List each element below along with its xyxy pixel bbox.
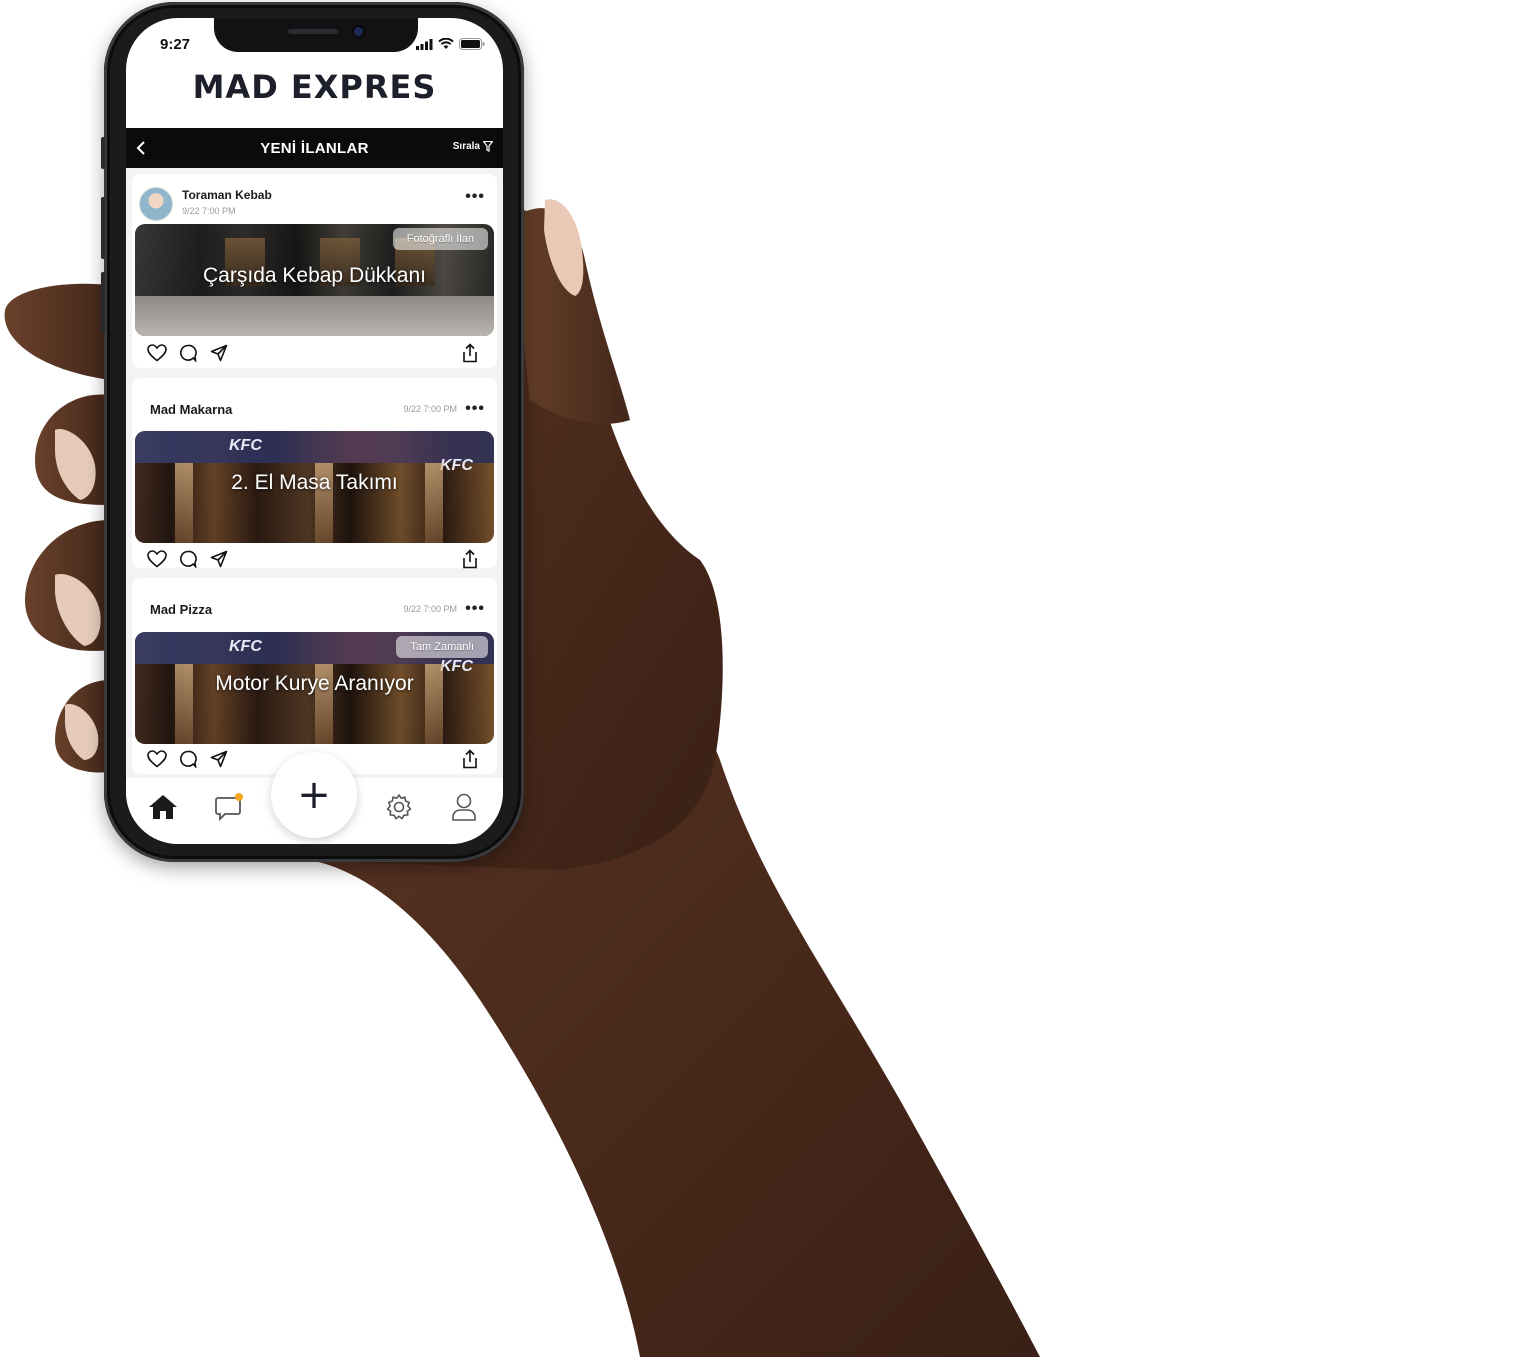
post-title: Çarşıda Kebap Dükkanı bbox=[203, 264, 426, 287]
avatar[interactable] bbox=[140, 188, 172, 220]
post-card[interactable]: Toraman Kebab 9/22 7:00 PM ••• Fotoğrafl… bbox=[132, 174, 497, 368]
post-header: Mad Pizza 9/22 7:00 PM ••• bbox=[132, 578, 497, 630]
tab-home[interactable] bbox=[146, 790, 180, 824]
send-icon bbox=[210, 550, 228, 568]
tab-profile[interactable] bbox=[447, 790, 481, 824]
comment-icon bbox=[179, 550, 197, 568]
signal-icon bbox=[416, 38, 433, 50]
post-image[interactable]: KFC KFC Tam Zamanlı Motor Kurye Aranıyor bbox=[135, 632, 494, 744]
image-detail: KFC bbox=[229, 638, 262, 655]
post-author[interactable]: Mad Pizza bbox=[150, 602, 212, 617]
post-actions bbox=[132, 544, 497, 574]
post-card[interactable]: Mad Makarna 9/22 7:00 PM ••• KFC KFC 2. … bbox=[132, 378, 497, 569]
status-icons bbox=[416, 38, 485, 50]
phone-frame: 9:27 MAD EXPRES YENİ İLANLAR Sırala Tora… bbox=[101, 2, 524, 862]
app-logo: MAD EXPRES bbox=[192, 68, 437, 106]
post-image[interactable]: KFC KFC 2. El Masa Takımı bbox=[135, 431, 494, 543]
share-button[interactable] bbox=[459, 748, 481, 770]
post-author[interactable]: Mad Makarna bbox=[150, 402, 232, 417]
earpiece bbox=[288, 29, 338, 34]
post-tag: Fotoğraflı İlan bbox=[392, 228, 488, 250]
heart-icon bbox=[147, 344, 167, 362]
post-image[interactable]: Fotoğraflı İlan Çarşıda Kebap Dükkanı bbox=[135, 224, 494, 336]
profile-icon bbox=[452, 793, 476, 821]
tab-settings[interactable] bbox=[382, 790, 416, 824]
post-author[interactable]: Toraman Kebab bbox=[182, 188, 272, 202]
heart-icon bbox=[147, 550, 167, 568]
notch bbox=[214, 18, 418, 52]
comment-icon bbox=[179, 750, 197, 768]
share-button[interactable] bbox=[459, 342, 481, 364]
post-timestamp: 9/22 7:00 PM bbox=[403, 404, 457, 414]
post-timestamp: 9/22 7:00 PM bbox=[403, 604, 457, 614]
send-button[interactable] bbox=[208, 748, 230, 770]
more-options-button[interactable]: ••• bbox=[465, 188, 485, 206]
image-detail: KFC bbox=[229, 437, 262, 454]
comment-button[interactable] bbox=[177, 548, 199, 570]
post-header: Toraman Kebab 9/22 7:00 PM ••• bbox=[132, 174, 497, 226]
home-icon bbox=[149, 795, 177, 819]
post-timestamp: 9/22 7:00 PM bbox=[182, 206, 236, 216]
like-button[interactable] bbox=[146, 548, 168, 570]
unread-badge bbox=[235, 793, 243, 801]
filter-icon bbox=[483, 141, 493, 152]
send-button[interactable] bbox=[208, 342, 230, 364]
post-title: 2. El Masa Takımı bbox=[231, 471, 398, 494]
post-header: Mad Makarna 9/22 7:00 PM ••• bbox=[132, 378, 497, 430]
page-title: YENİ İLANLAR bbox=[260, 139, 369, 157]
like-button[interactable] bbox=[146, 342, 168, 364]
status-time: 9:27 bbox=[160, 36, 191, 53]
sort-label: Sırala bbox=[452, 141, 480, 152]
post-title: Motor Kurye Aranıyor bbox=[215, 672, 414, 695]
settings-icon bbox=[386, 794, 412, 820]
header-bar: YENİ İLANLAR Sırala bbox=[126, 128, 503, 168]
phone-screen: 9:27 MAD EXPRES YENİ İLANLAR Sırala Tora… bbox=[126, 18, 503, 844]
feed[interactable]: Toraman Kebab 9/22 7:00 PM ••• Fotoğrafl… bbox=[126, 168, 503, 778]
more-options-button[interactable]: ••• bbox=[465, 400, 485, 418]
like-button[interactable] bbox=[146, 748, 168, 770]
send-button[interactable] bbox=[208, 548, 230, 570]
volume-down-button bbox=[101, 272, 105, 334]
share-icon bbox=[463, 549, 477, 569]
post-tag: Tam Zamanlı bbox=[396, 636, 488, 658]
add-post-button[interactable]: + bbox=[271, 752, 357, 838]
image-detail bbox=[135, 296, 494, 336]
volume-up-button bbox=[101, 197, 105, 259]
chat-icon bbox=[215, 793, 243, 822]
post-card[interactable]: Mad Pizza 9/22 7:00 PM ••• KFC KFC Tam Z… bbox=[132, 578, 497, 774]
tab-messages[interactable] bbox=[212, 790, 246, 824]
add-icon: + bbox=[297, 772, 331, 818]
share-button[interactable] bbox=[459, 548, 481, 570]
send-icon bbox=[210, 750, 228, 768]
send-icon bbox=[210, 344, 228, 362]
more-options-button[interactable]: ••• bbox=[465, 600, 485, 618]
comment-button[interactable] bbox=[177, 748, 199, 770]
battery-icon bbox=[459, 38, 485, 50]
sort-button[interactable]: Sırala bbox=[453, 141, 493, 152]
mute-switch bbox=[101, 137, 105, 169]
bottom-tab-bar: + bbox=[126, 752, 503, 844]
share-icon bbox=[463, 343, 477, 363]
wifi-icon bbox=[438, 38, 454, 49]
post-actions bbox=[132, 338, 497, 368]
front-camera bbox=[354, 27, 363, 36]
comment-icon bbox=[179, 344, 197, 362]
heart-icon bbox=[147, 750, 167, 768]
share-icon bbox=[463, 749, 477, 769]
comment-button[interactable] bbox=[177, 342, 199, 364]
